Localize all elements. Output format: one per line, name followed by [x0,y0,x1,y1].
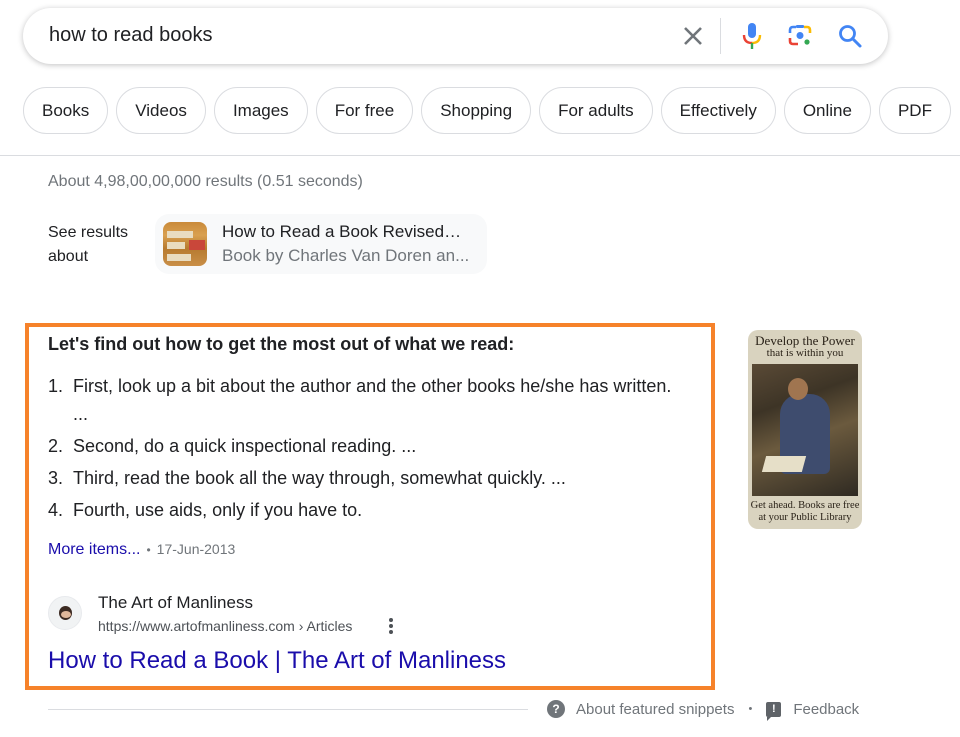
snippet-footer: ? About featured snippets • ! Feedback [547,700,859,721]
feedback-link[interactable]: Feedback [793,701,859,718]
microphone-icon [742,23,762,49]
site-name[interactable]: The Art of Manliness [98,593,253,613]
snippet-footer-divider [48,709,528,710]
snippet-image[interactable]: Develop the Power that is within you Get… [748,330,862,529]
help-icon: ? [547,700,565,718]
search-input[interactable]: how to read books [49,24,212,47]
poster-illustration [752,364,858,496]
chip-shopping[interactable]: Shopping [421,87,532,134]
more-options-button[interactable] [385,617,397,637]
about-featured-snippets-link[interactable]: About featured snippets [576,701,734,718]
chip-effectively[interactable]: Effectively [660,87,776,134]
chip-pdf[interactable]: PDF [878,87,951,134]
more-vert-icon [385,618,397,634]
poster-top-text: Develop the Power that is within you [748,334,862,360]
footer-separator: • [748,703,753,715]
list-item-number: 1. [48,376,64,396]
poster-subheadline: that is within you [766,347,844,359]
list-item-text: First, look up a bit about the author an… [73,376,672,424]
see-results-book-card[interactable]: How to Read a Book Revised… Book by Char… [155,214,487,274]
book-card-title: How to Read a Book Revised… [222,222,462,241]
list-item: 2. Second, do a quick inspectional readin… [48,432,688,460]
list-item-text: Fourth, use aids, only if you have to. [73,500,363,520]
chip-images[interactable]: Images [213,87,308,134]
book-cover-thumbnail [163,222,207,266]
list-item-text: Second, do a quick inspectional reading.… [73,436,417,456]
separator-dot: • [146,543,151,557]
search-bar-divider [720,18,721,54]
result-title-link[interactable]: How to Read a Book | The Art of Manlines… [48,647,506,675]
book-card-subtitle: Book by Charles Van Doren an... [222,246,470,265]
chip-videos[interactable]: Videos [116,87,206,134]
clear-search-button[interactable] [679,22,707,50]
google-lens-icon [788,25,812,46]
search-icon [839,25,862,48]
poster-headline: Develop the Power [755,333,855,348]
see-results-label: See results about [48,224,129,265]
search-button[interactable] [835,20,865,52]
header-divider [0,155,960,156]
snippet-heading: Let's find out how to get the most out o… [48,334,515,354]
more-items-row: More items... • 17-Jun-2013 [48,541,235,559]
search-bar: how to read books [23,8,888,64]
site-url[interactable]: https://www.artofmanliness.com › Article… [98,618,352,634]
snippet-list: 1. First, look up a bit about the author … [48,372,688,528]
chip-books[interactable]: Books [23,87,109,134]
site-favicon[interactable] [48,596,82,630]
close-icon [684,27,702,45]
chip-for-adults[interactable]: For adults [539,87,653,134]
more-items-link[interactable]: More items... [48,541,140,558]
poster-caption-line2: at your Public Library [758,512,852,523]
chip-online[interactable]: Online [783,87,871,134]
list-item: 1. First, look up a bit about the author … [48,372,688,428]
snippet-date: 17-Jun-2013 [156,541,236,557]
chip-for-free[interactable]: For free [315,87,414,134]
poster-bottom-text: Get ahead. Books are free at your Public… [748,500,862,524]
image-search-button[interactable] [785,20,815,52]
poster-caption-line1: Get ahead. Books are free [750,500,860,511]
voice-search-button[interactable] [737,20,767,52]
list-item-number: 4. [48,500,64,520]
list-item: 3. Third, read the book all the way throu… [48,464,688,492]
result-stats: About 4,98,00,00,000 results (0.51 secon… [48,173,363,190]
list-item: 4. Fourth, use aids, only if you have to. [48,496,688,524]
list-item-text: Third, read the book all the way through… [73,468,566,488]
list-item-number: 3. [48,468,64,488]
feedback-icon: ! [766,701,782,721]
filter-chips: Books Videos Images For free Shopping Fo… [23,87,951,135]
list-item-number: 2. [48,436,64,456]
